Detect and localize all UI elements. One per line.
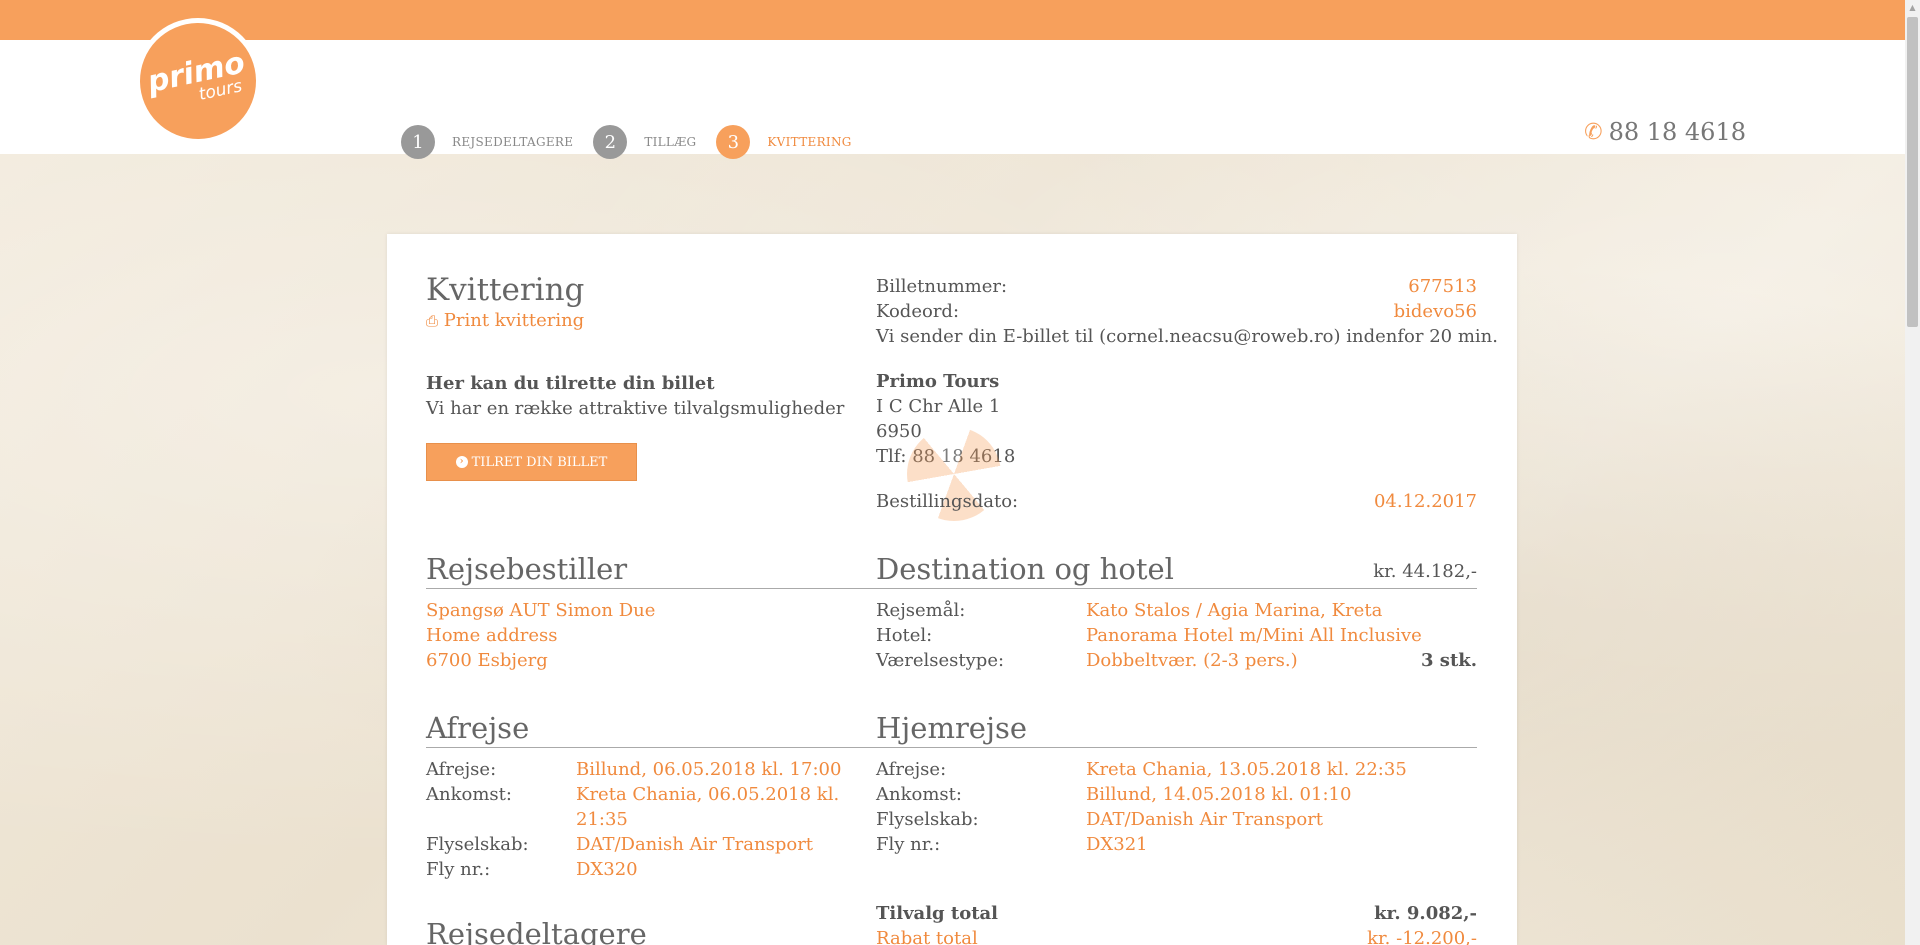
step-label: TILLÆG	[644, 135, 697, 149]
room-type-label: Værelsestype:	[876, 650, 1005, 671]
booker-title: Rejsebestiller	[426, 552, 628, 586]
page-scrollbar[interactable]: ▲	[1905, 0, 1920, 945]
outbound-departure-label: Afrejse:	[426, 759, 497, 780]
outbound-title: Afrejse	[426, 711, 530, 745]
step-number: 2	[593, 125, 628, 159]
return-title: Hjemrejse	[876, 711, 1028, 745]
company-zip: 6950	[876, 421, 922, 442]
ticket-number-value: 677513	[1408, 276, 1477, 297]
return-arrival-label: Ankomst:	[876, 784, 962, 805]
outbound-flight-label: Fly nr.:	[426, 859, 491, 880]
customize-subtitle: Vi har en række attraktive tilvalgsmulig…	[426, 398, 845, 419]
printer-icon: ⎙	[426, 312, 439, 330]
destination-label: Rejsemål:	[876, 600, 966, 621]
print-label: Print kvittering	[443, 310, 585, 331]
return-departure-value: Kreta Chania, 13.05.2018 kl. 22:35	[1086, 759, 1407, 780]
print-receipt-link[interactable]: ⎙ Print kvittering	[426, 308, 584, 334]
hotel-label: Hotel:	[876, 625, 933, 646]
step-extras[interactable]: 2 TILLÆG	[593, 125, 696, 159]
outbound-flight-value: DX320	[576, 859, 638, 880]
outbound-departure-value: Billund, 06.05.2018 kl. 17:00	[576, 759, 842, 780]
participants-title: Rejsedeltagere	[426, 917, 647, 945]
section-divider	[426, 747, 1477, 748]
customize-ticket-button[interactable]: › TILRET DIN BILLET	[426, 443, 637, 481]
phone-number: 88 18 4618	[1608, 118, 1746, 146]
addons-total-value: kr. 9.082,-	[1374, 903, 1477, 924]
receipt-card: Kvittering ⎙ Print kvittering Her kan du…	[387, 234, 1517, 945]
outbound-arrival-label: Ankomst:	[426, 784, 512, 805]
return-arrival-value: Billund, 14.05.2018 kl. 01:10	[1086, 784, 1352, 805]
discount-total-value: kr. -12.200,-	[1367, 928, 1477, 945]
destination-value: Kato Stalos / Agia Marina, Kreta	[1086, 600, 1383, 621]
step-label: REJSEDELTAGERE	[452, 135, 574, 149]
order-date-value: 04.12.2017	[1373, 491, 1477, 512]
page-title: Kvittering	[426, 272, 585, 308]
phone-icon: ✆	[1584, 119, 1603, 145]
company-name: Primo Tours	[876, 371, 1000, 392]
return-flight-label: Fly nr.:	[876, 834, 941, 855]
booker-address: Home address	[426, 625, 558, 646]
code-value: bidevo56	[1393, 301, 1477, 322]
room-type-value: Dobbeltvær. (2-3 pers.)	[1086, 650, 1298, 671]
step-number: 1	[401, 125, 435, 159]
discount-total-label: Rabat total	[876, 928, 978, 945]
scroll-up-icon[interactable]: ▲	[1908, 3, 1917, 12]
outbound-airline-value: DAT/Danish Air Transport	[576, 834, 814, 855]
outbound-arrival-value: Kreta Chania, 06.05.2018 kl.	[576, 784, 840, 805]
customize-title: Her kan du tilrette din billet	[426, 373, 715, 394]
return-airline-value: DAT/Danish Air Transport	[1086, 809, 1324, 830]
return-departure-label: Afrejse:	[876, 759, 947, 780]
room-count: 3 stk.	[1421, 650, 1477, 671]
destination-title: Destination og hotel	[876, 552, 1174, 586]
order-date-label: Bestillingsdato:	[876, 491, 1019, 512]
arrow-circle-icon: ›	[455, 456, 468, 468]
hotel-value: Panorama Hotel m/Mini All Inclusive	[1086, 625, 1422, 646]
return-airline-label: Flyselskab:	[876, 809, 979, 830]
scrollbar-thumb[interactable]	[1907, 17, 1918, 327]
company-address: I C Chr Alle 1	[876, 396, 1001, 417]
step-number: 3	[716, 125, 751, 159]
site-header: 1 REJSEDELTAGERE 2 TILLÆG 3 KVITTERING ✆…	[0, 40, 1905, 159]
return-flight-value: DX321	[1086, 834, 1148, 855]
step-travelers[interactable]: 1 REJSEDELTAGERE	[401, 125, 573, 159]
outbound-airline-label: Flyselskab:	[426, 834, 529, 855]
customize-button-label: TILRET DIN BILLET	[471, 454, 608, 470]
destination-price: kr. 44.182,-	[1373, 561, 1477, 582]
booker-city: 6700 Esbjerg	[426, 650, 548, 671]
addons-total-label: Tilvalg total	[876, 903, 999, 924]
section-divider	[426, 588, 1477, 589]
booker-name: Spangsø AUT Simon Due	[426, 600, 656, 621]
email-note: Vi sender din E-billet til (cornel.neacs…	[876, 326, 1498, 347]
step-label: KVITTERING	[767, 135, 852, 149]
step-receipt[interactable]: 3 KVITTERING	[716, 125, 851, 159]
top-accent-bar	[0, 0, 1905, 40]
booking-steps: 1 REJSEDELTAGERE 2 TILLÆG 3 KVITTERING	[401, 125, 872, 159]
ticket-number-label: Billetnummer:	[876, 276, 1008, 297]
code-label: Kodeord:	[876, 301, 960, 322]
outbound-arrival-time: 21:35	[576, 809, 628, 830]
header-phone[interactable]: ✆ 88 18 4618	[1584, 118, 1746, 146]
